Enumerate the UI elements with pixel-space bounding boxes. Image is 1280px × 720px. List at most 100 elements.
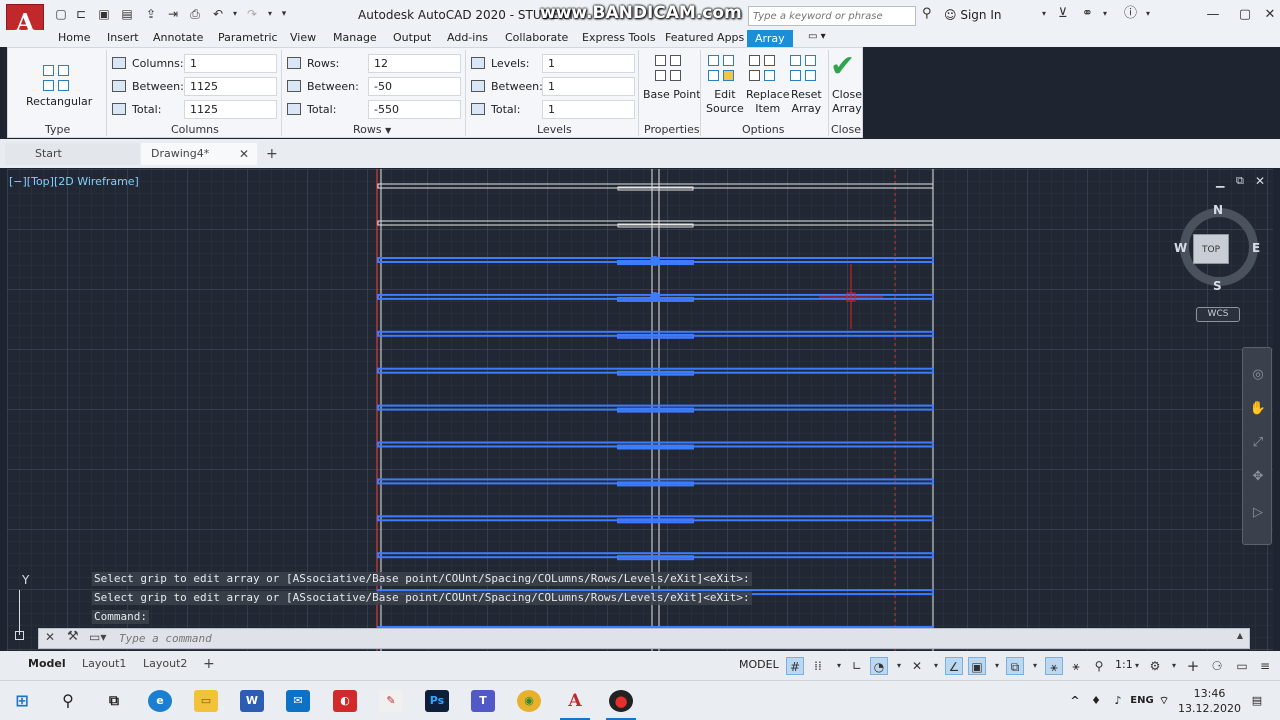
- command-input[interactable]: [119, 630, 1219, 647]
- add-layout-plus-icon[interactable]: +: [203, 654, 215, 674]
- tab-express-tools[interactable]: Express Tools: [582, 31, 656, 44]
- undo-dropdown-icon[interactable]: ▾: [228, 7, 242, 21]
- help-icon[interactable]: ⓘ: [1124, 7, 1137, 21]
- sign-in-dropdown-icon[interactable]: ▾: [1042, 7, 1046, 21]
- tab-annotate[interactable]: Annotate: [153, 31, 203, 44]
- customize-icon[interactable]: ⚒: [67, 629, 79, 644]
- grid-display-icon[interactable]: #: [786, 657, 804, 675]
- columns-between-input[interactable]: [184, 77, 277, 96]
- maximize-icon[interactable]: ▢: [1235, 5, 1255, 25]
- tab-collaborate[interactable]: Collaborate: [505, 31, 568, 44]
- volume-icon[interactable]: ♪: [1106, 690, 1130, 712]
- ribbon-minimize-icon[interactable]: ▭ ▾: [808, 31, 826, 42]
- snap-dropdown-icon[interactable]: ▾: [830, 657, 848, 675]
- export-icon[interactable]: ⇥: [166, 7, 180, 21]
- rectangular-array-icon[interactable]: [43, 65, 71, 93]
- exchange-dropdown-icon[interactable]: ▾: [1103, 7, 1107, 21]
- levels-between-input[interactable]: [542, 77, 635, 96]
- new-file-icon[interactable]: ▢: [54, 7, 68, 21]
- tab-view[interactable]: View: [290, 31, 316, 44]
- minimize-icon[interactable]: —: [1203, 5, 1223, 25]
- rectangular-button[interactable]: Rectangular: [26, 95, 92, 109]
- rows-between-input[interactable]: [368, 77, 461, 96]
- redo-dropdown-icon[interactable]: ▾: [263, 7, 277, 21]
- tab-layout1[interactable]: Layout1: [82, 654, 126, 674]
- publish-icon[interactable]: ⇪: [144, 7, 158, 21]
- cart-icon[interactable]: ⊻: [1058, 7, 1068, 21]
- close-command-line-icon[interactable]: ✕: [45, 630, 55, 644]
- base-point-icon[interactable]: [655, 55, 683, 83]
- showmotion-icon[interactable]: ▷: [1249, 504, 1267, 522]
- edit-source-button[interactable]: Edit Source: [706, 88, 744, 116]
- close-tab-icon[interactable]: ✕: [239, 143, 249, 165]
- workspace-dropdown-icon[interactable]: ▾: [1165, 657, 1183, 675]
- search-input[interactable]: [748, 6, 916, 26]
- teams-icon[interactable]: T: [471, 690, 495, 712]
- chrome-icon[interactable]: ◉: [517, 690, 541, 712]
- reset-array-button[interactable]: Reset Array: [791, 88, 822, 116]
- columns-count-input[interactable]: [184, 54, 277, 73]
- autocad-taskbar-icon[interactable]: A: [563, 690, 587, 712]
- tab-start[interactable]: Start: [5, 143, 140, 165]
- rows-total-input[interactable]: [368, 100, 461, 119]
- levels-total-input[interactable]: [542, 100, 635, 119]
- viewport-close-icon[interactable]: ✕: [1255, 174, 1265, 188]
- selection-dropdown-icon[interactable]: ▾: [1026, 657, 1044, 675]
- checkmark-icon[interactable]: ✔: [830, 50, 855, 84]
- isodraft-icon[interactable]: ✕: [908, 657, 926, 675]
- customize-status-bar-icon[interactable]: ≡: [1256, 657, 1274, 675]
- orbit-icon[interactable]: ✥: [1249, 468, 1267, 486]
- rows-count-input[interactable]: [368, 54, 461, 73]
- word-icon[interactable]: W: [240, 690, 264, 712]
- open-folder-icon[interactable]: ⊏: [74, 7, 88, 21]
- customize-toolbar-icon[interactable]: ▾: [277, 7, 291, 21]
- command-expand-icon[interactable]: ▲: [1237, 631, 1243, 640]
- zoom-extents-icon[interactable]: ⤢: [1249, 434, 1267, 452]
- undo-icon[interactable]: ↶: [211, 7, 225, 21]
- print-icon[interactable]: ⎙: [188, 7, 202, 21]
- wcs-menu[interactable]: WCS: [1196, 307, 1240, 322]
- task-view-icon[interactable]: ⧉: [102, 690, 126, 712]
- selection-cycling-icon[interactable]: ⧉: [1006, 657, 1024, 675]
- object-snap-dropdown-icon[interactable]: ▾: [988, 657, 1006, 675]
- save-as-icon[interactable]: ▤: [120, 7, 134, 21]
- tab-output[interactable]: Output: [393, 31, 431, 44]
- red-app-icon[interactable]: ◐: [333, 690, 357, 712]
- compass-south[interactable]: S: [1213, 279, 1222, 293]
- compass-west[interactable]: W: [1174, 241, 1187, 255]
- binoculars-icon[interactable]: ⚲: [922, 7, 932, 21]
- close-array-button[interactable]: Close Array: [832, 88, 862, 116]
- sign-in-button[interactable]: ☺ Sign In: [944, 8, 1001, 22]
- tab-insert[interactable]: Insert: [107, 31, 139, 44]
- polar-tracking-icon[interactable]: ◔: [870, 657, 888, 675]
- annotation-visibility-icon[interactable]: ⚹: [1045, 657, 1063, 675]
- redo-icon[interactable]: ↷: [245, 7, 259, 21]
- notifications-icon[interactable]: ▤: [1245, 690, 1269, 712]
- annotation-scale-icon[interactable]: ⚲: [1090, 657, 1108, 675]
- tab-add-ins[interactable]: Add-ins: [447, 31, 488, 44]
- steering-wheel-icon[interactable]: ◎: [1249, 366, 1267, 384]
- snap-mode-icon[interactable]: ⁞⁞: [809, 657, 827, 675]
- levels-count-input[interactable]: [542, 54, 635, 73]
- reset-array-icon[interactable]: [790, 55, 818, 83]
- tab-home[interactable]: Home: [58, 31, 90, 44]
- exchange-icon[interactable]: ⚭: [1082, 7, 1093, 21]
- tab-parametric[interactable]: Parametric: [218, 31, 278, 44]
- pan-hand-icon[interactable]: ✋: [1249, 400, 1267, 418]
- help-dropdown-icon[interactable]: ▾: [1146, 7, 1150, 21]
- replace-item-icon[interactable]: [749, 55, 777, 83]
- edit-source-icon[interactable]: [708, 55, 736, 83]
- wifi-icon[interactable]: ⌔: [1152, 690, 1176, 712]
- tab-array[interactable]: Array: [747, 30, 793, 47]
- isodraft-dropdown-icon[interactable]: ▾: [927, 657, 945, 675]
- tab-drawing4[interactable]: Drawing4* ✕: [141, 143, 257, 165]
- isolate-objects-icon[interactable]: ⚆: [1208, 657, 1226, 675]
- annotation-monitor-icon[interactable]: +: [1184, 657, 1202, 675]
- new-tab-plus-icon[interactable]: +: [266, 143, 278, 165]
- scale-dropdown-icon[interactable]: ▾: [1128, 657, 1146, 675]
- viewport-minimize-icon[interactable]: ▁: [1216, 175, 1224, 188]
- object-snap-icon[interactable]: ▣: [968, 657, 986, 675]
- object-snap-tracking-icon[interactable]: ∠: [945, 657, 963, 675]
- paint-app-icon[interactable]: ✎: [379, 690, 403, 712]
- windows-start-icon[interactable]: ⊞: [10, 690, 34, 712]
